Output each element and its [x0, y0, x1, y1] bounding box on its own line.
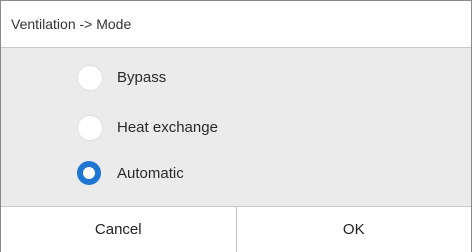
radio-heat-exchange[interactable]: [77, 115, 103, 141]
cancel-button[interactable]: Cancel: [1, 207, 236, 252]
dialog-footer: Cancel OK: [1, 206, 471, 252]
option-heat-exchange[interactable]: Heat exchange: [77, 115, 377, 141]
radio-automatic-selected[interactable]: [77, 161, 101, 185]
option-label-heat-exchange: Heat exchange: [117, 119, 218, 136]
option-bypass[interactable]: Bypass: [77, 65, 377, 91]
ok-button[interactable]: OK: [235, 207, 472, 252]
ventilation-mode-dialog: Ventilation -> Mode Bypass Heat exchange…: [0, 0, 472, 252]
mode-option-list: Bypass Heat exchange Automatic: [1, 48, 471, 206]
option-label-automatic: Automatic: [117, 165, 184, 182]
option-label-bypass: Bypass: [117, 69, 167, 86]
option-automatic[interactable]: Automatic: [77, 161, 377, 187]
dialog-header: Ventilation -> Mode: [1, 1, 471, 48]
dialog-title: Ventilation -> Mode: [11, 16, 132, 32]
radio-bypass[interactable]: [77, 65, 103, 91]
